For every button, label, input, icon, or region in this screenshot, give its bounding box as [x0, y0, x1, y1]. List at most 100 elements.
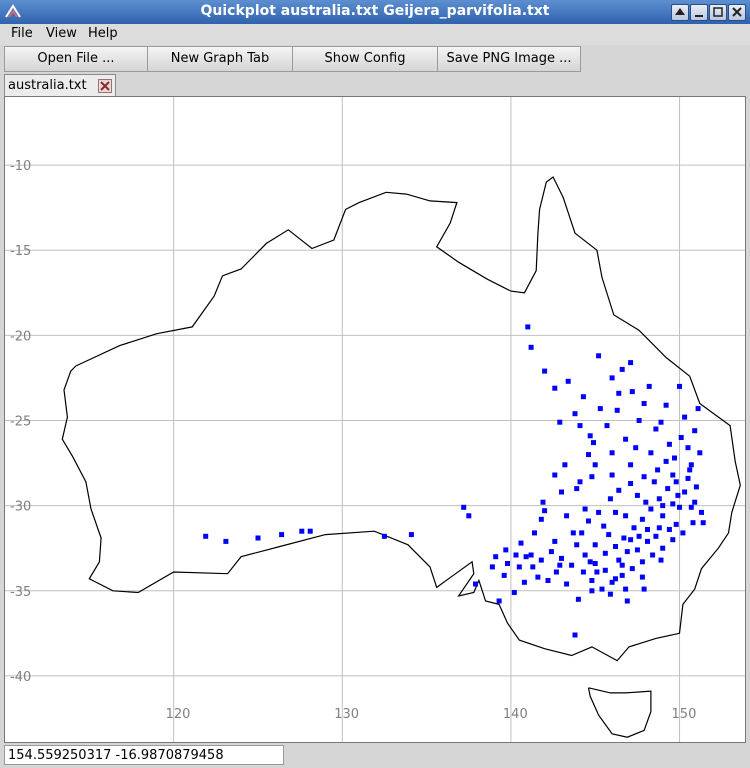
- data-point: [613, 576, 618, 582]
- data-point: [670, 501, 676, 507]
- data-point: [660, 513, 666, 519]
- close-window-button[interactable]: [728, 4, 746, 21]
- data-point: [675, 492, 681, 498]
- menu-help[interactable]: Help: [88, 26, 118, 41]
- data-point: [562, 462, 568, 468]
- data-point: [203, 533, 209, 539]
- close-tab-icon[interactable]: [98, 79, 112, 93]
- data-point: [586, 518, 591, 524]
- data-point: [511, 590, 517, 595]
- minimize-button[interactable]: [690, 4, 708, 21]
- save-png-button[interactable]: Save PNG Image ...: [437, 46, 581, 72]
- data-point: [607, 496, 613, 502]
- y-tick-label: -30: [10, 500, 31, 515]
- minimize-icon: [695, 15, 703, 17]
- data-point: [580, 394, 586, 400]
- data-point: [594, 569, 600, 575]
- data-point: [690, 520, 696, 526]
- data-point: [692, 428, 698, 434]
- data-point: [408, 532, 414, 538]
- data-point: [621, 535, 627, 541]
- data-point: [535, 574, 541, 580]
- data-point: [557, 562, 563, 568]
- data-point: [650, 552, 656, 558]
- data-point: [577, 423, 583, 429]
- data-point: [639, 516, 645, 522]
- data-point: [609, 472, 615, 478]
- shade-window-button[interactable]: [671, 4, 689, 21]
- data-point: [628, 360, 634, 366]
- data-point: [653, 533, 659, 539]
- data-point: [589, 474, 595, 480]
- y-tick-label: -35: [10, 585, 31, 600]
- outline-path-1: [587, 687, 652, 738]
- tab-australia[interactable]: australia.txt: [4, 74, 116, 97]
- menu-file[interactable]: File: [11, 26, 33, 41]
- data-point: [656, 496, 662, 502]
- data-point: [660, 545, 666, 551]
- data-point: [623, 436, 629, 442]
- plot-svg[interactable]: 120 130 140 150 -10 -15 -20 -25 -30 -35 -40: [5, 97, 746, 743]
- data-point: [592, 542, 598, 548]
- data-point: [570, 530, 576, 536]
- data-point: [473, 581, 478, 587]
- data-point: [223, 538, 229, 544]
- data-point: [580, 569, 586, 575]
- title-bar: Quickplot australia.txt Geijera_parvifol…: [0, 0, 750, 24]
- data-point: [688, 504, 694, 510]
- data-point: [538, 516, 544, 522]
- data-point: [564, 513, 570, 519]
- tab-label: australia.txt: [8, 78, 87, 93]
- data-point: [577, 479, 583, 485]
- data-point: [634, 492, 640, 498]
- data-point: [575, 596, 581, 602]
- data-point: [633, 445, 639, 451]
- data-point: [513, 552, 519, 558]
- data-point: [616, 557, 622, 563]
- data-point: [624, 598, 630, 604]
- data-point: [557, 419, 563, 425]
- data-point: [602, 567, 608, 573]
- data-point: [619, 366, 625, 372]
- data-point: [279, 532, 285, 538]
- data-point: [634, 547, 640, 553]
- data-point: [299, 528, 305, 534]
- data-point: [596, 353, 602, 359]
- maximize-button[interactable]: [709, 4, 727, 21]
- data-point: [628, 481, 634, 486]
- data-point: [589, 578, 595, 583]
- data-point: [629, 389, 635, 395]
- data-point: [653, 426, 659, 432]
- data-point: [559, 555, 564, 561]
- data-point: [461, 504, 467, 510]
- data-point: [665, 486, 671, 492]
- data-point: [597, 406, 603, 412]
- data-point: [552, 538, 558, 544]
- data-point: [545, 578, 551, 583]
- data-point: [613, 509, 618, 515]
- data-point: [641, 401, 647, 406]
- data-point: [666, 527, 672, 532]
- plot-canvas[interactable]: 120 130 140 150 -10 -15 -20 -25 -30 -35 -40: [4, 96, 746, 743]
- data-point: [523, 554, 529, 560]
- show-config-button[interactable]: Show Config: [292, 46, 438, 72]
- data-point: [645, 527, 650, 532]
- data-point: [552, 472, 558, 478]
- data-point: [623, 586, 629, 592]
- open-file-button[interactable]: Open File ...: [4, 46, 148, 72]
- data-point: [619, 572, 625, 578]
- data-point: [693, 484, 699, 490]
- data-point: [528, 344, 534, 350]
- menu-view[interactable]: View: [46, 26, 77, 41]
- data-point: [663, 402, 669, 408]
- data-point: [505, 561, 510, 566]
- data-point: [685, 445, 691, 451]
- x-tick-label: 150: [672, 707, 697, 722]
- new-graph-tab-button[interactable]: New Graph Tab: [147, 46, 293, 72]
- data-point: [695, 406, 701, 412]
- data-point: [619, 562, 625, 568]
- data-point: [599, 586, 605, 592]
- data-point: [589, 588, 595, 594]
- data-point: [639, 574, 645, 580]
- data-point: [636, 418, 642, 423]
